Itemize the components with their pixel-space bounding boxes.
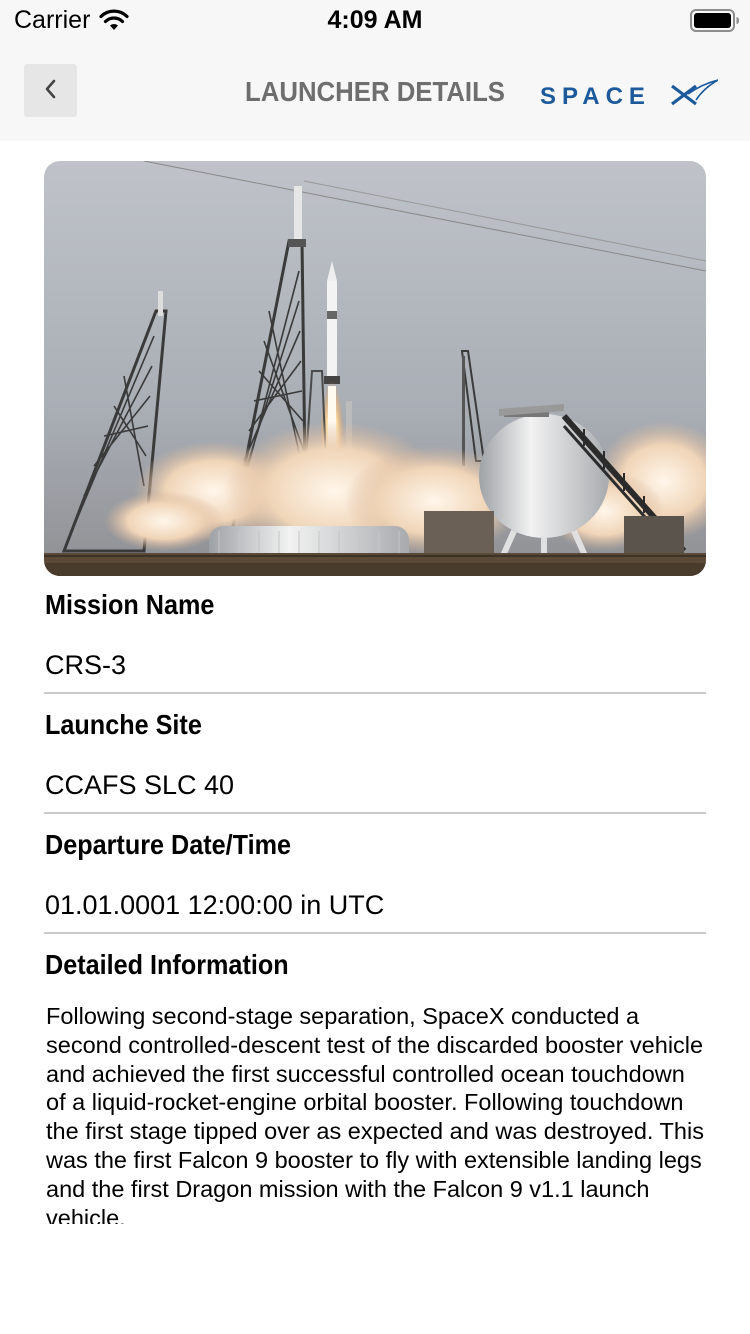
- launcher-details-screen: Carrier 4:09 AM LAUNCHER DETAILS SPACE M…: [0, 0, 750, 1334]
- launch-site-value: CCAFS SLC 40: [45, 770, 235, 800]
- launch-photo: [44, 161, 706, 576]
- svg-text:SPACE: SPACE: [540, 83, 651, 110]
- details-text: Following second-stage separation, Space…: [46, 1003, 704, 1224]
- mission-name-label: Mission Name: [45, 589, 215, 620]
- divider: [44, 932, 706, 934]
- launch-site-label: Launche Site: [45, 709, 202, 740]
- clock-time: 4:09 AM: [327, 6, 423, 34]
- navigation-bar: LAUNCHER DETAILS SPACE: [0, 40, 750, 141]
- divider: [44, 812, 706, 814]
- mission-name-value: CRS-3: [45, 650, 127, 680]
- departure-value: 01.01.0001 12:00:00 in UTC: [45, 890, 385, 920]
- status-bar: Carrier 4:09 AM: [0, 0, 750, 40]
- spacex-logo: SPACE: [538, 78, 719, 117]
- details-label: Detailed Information: [45, 949, 289, 980]
- divider: [44, 692, 706, 694]
- departure-label: Departure Date/Time: [45, 829, 292, 860]
- battery-icon: [690, 9, 740, 38]
